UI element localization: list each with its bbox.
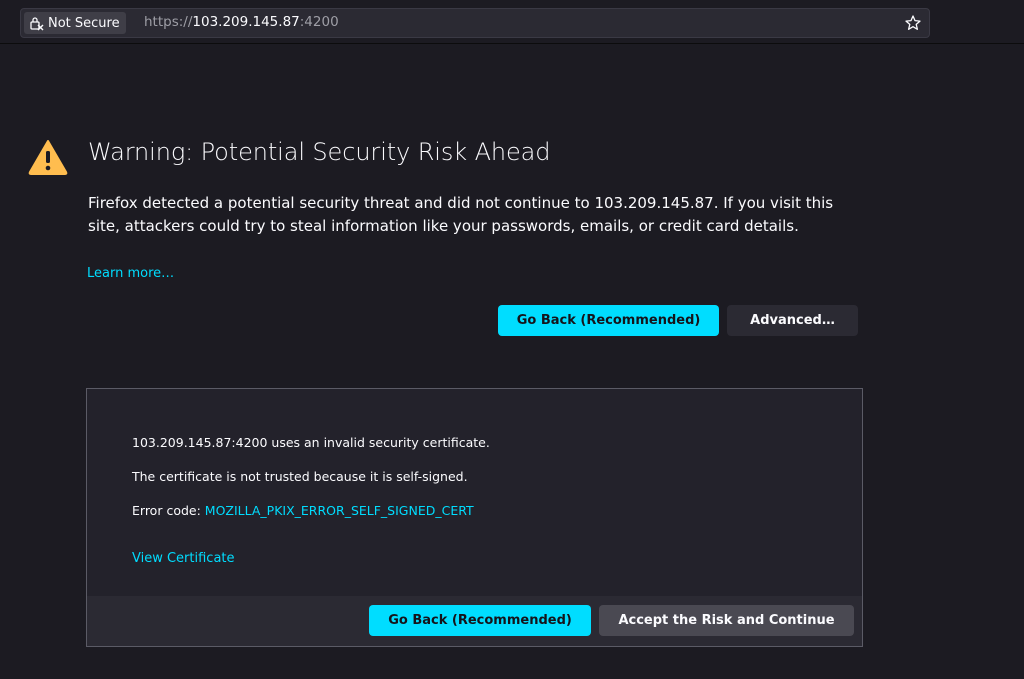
go-back-button[interactable]: Go Back (Recommended) [498,305,719,336]
url-text[interactable]: https://103.209.145.87:4200 [144,14,339,30]
browser-toolbar: Not Secure https://103.209.145.87:4200 [0,0,1024,44]
self-signed-text: The certificate is not trusted because i… [132,469,468,484]
accept-risk-button[interactable]: Accept the Risk and Continue [599,605,854,636]
advanced-button[interactable]: Advanced… [727,305,858,336]
url-scheme: https:// [144,14,193,30]
learn-more-link[interactable]: Learn more… [87,266,174,281]
url-port: :4200 [299,14,339,30]
site-identity-button[interactable]: Not Secure [24,12,126,34]
advanced-panel: 103.209.145.87:4200 uses an invalid secu… [86,388,863,647]
invalid-certificate-text: 103.209.145.87:4200 uses an invalid secu… [132,435,490,450]
warning-icon [28,140,68,175]
url-bar[interactable]: Not Secure https://103.209.145.87:4200 [20,8,930,38]
page-title: Warning: Potential Security Risk Ahead [88,138,551,166]
warning-description: Firefox detected a potential security th… [88,194,834,235]
go-back-button-secondary[interactable]: Go Back (Recommended) [369,605,591,636]
error-code-label: Error code: [132,503,205,518]
insecure-lock-icon [30,17,44,31]
error-code-line: Error code: MOZILLA_PKIX_ERROR_SELF_SIGN… [132,503,474,518]
url-host: 103.209.145.87 [192,14,300,30]
not-secure-label: Not Secure [48,15,120,31]
view-certificate-link[interactable]: View Certificate [132,551,235,566]
bookmark-star-icon[interactable] [904,14,922,32]
advanced-panel-footer: Go Back (Recommended) Accept the Risk an… [87,596,862,646]
error-code-link[interactable]: MOZILLA_PKIX_ERROR_SELF_SIGNED_CERT [205,503,474,518]
